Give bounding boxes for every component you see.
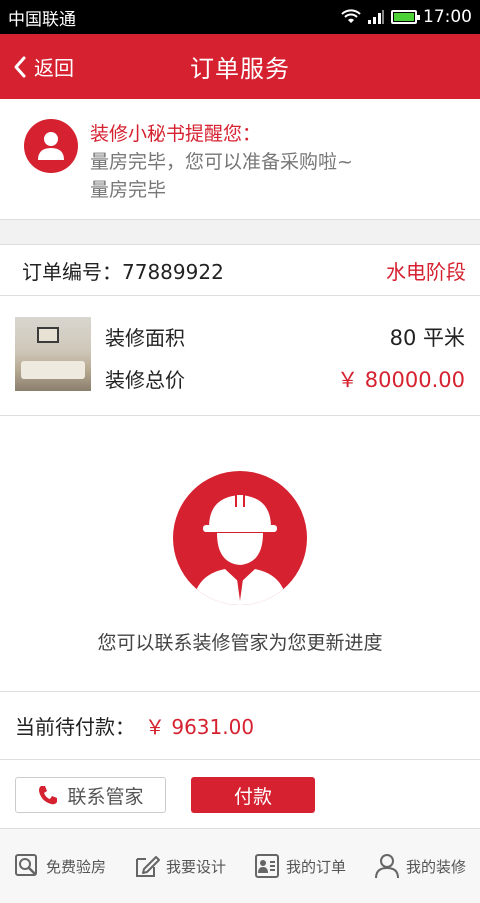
tab-free-inspection[interactable]: 免费验房 — [0, 829, 120, 903]
progress-section: 您可以联系装修管家为您更新进度 — [0, 416, 480, 692]
action-bar: 联系管家 付款 — [0, 760, 480, 828]
carrier-name: 中国联通 — [8, 9, 76, 30]
tab-label: 免费验房 — [45, 857, 106, 876]
user-icon — [38, 132, 64, 160]
tab-label: 我要设计 — [165, 857, 226, 876]
house-thumbnail — [15, 317, 91, 391]
back-label: 返回 — [34, 56, 74, 80]
area-label: 装修面积 — [105, 326, 185, 350]
reminder-line-1: 量房完毕，您可以准备采购啦~ — [90, 151, 353, 173]
tab-label: 我的装修 — [405, 857, 466, 876]
avatar — [24, 119, 78, 173]
person-icon — [374, 854, 399, 879]
total-price-value: ￥ 80000.00 — [337, 368, 465, 392]
edit-icon — [135, 856, 160, 877]
order-icon — [254, 854, 279, 878]
pending-payment: 当前待付款： ￥ 9631.00 — [0, 692, 480, 760]
contact-manager-label: 联系管家 — [67, 785, 144, 808]
tab-design[interactable]: 我要设计 — [120, 829, 240, 903]
pending-amount: ￥ 9631.00 — [145, 715, 255, 739]
area-value: 80 平米 — [389, 326, 465, 350]
progress-message: 您可以联系装修管家为您更新进度 — [97, 632, 383, 654]
nav-bar: 返回 订单服务 — [0, 34, 480, 99]
chevron-left-icon — [14, 56, 26, 77]
phone-icon — [39, 786, 58, 805]
bottom-tab-bar: 免费验房 我要设计 我的订单 我的装修 — [0, 828, 480, 903]
tab-my-orders[interactable]: 我的订单 — [240, 829, 360, 903]
house-info: 装修面积 80 平米 装修总价 ￥ 80000.00 — [0, 296, 480, 416]
signal-icon — [368, 10, 384, 24]
back-button[interactable]: 返回 — [12, 34, 74, 99]
total-price-label: 装修总价 — [105, 368, 185, 392]
reminder-title: 装修小秘书提醒您： — [90, 123, 262, 145]
contact-manager-button[interactable]: 联系管家 — [15, 777, 166, 813]
pay-button[interactable]: 付款 — [191, 777, 315, 813]
search-icon — [14, 854, 37, 876]
status-icons: 17:00 — [341, 7, 472, 27]
reminder-card: 装修小秘书提醒您： 量房完毕，您可以准备采购啦~ 量房完毕 — [0, 99, 480, 220]
order-info-bar: 订单编号：77889922 水电阶段 — [0, 244, 480, 296]
wifi-icon — [341, 9, 361, 23]
pending-label: 当前待付款： — [15, 715, 135, 739]
worker-icon — [173, 471, 307, 605]
reminder-line-2: 量房完毕 — [90, 179, 167, 201]
tab-my-renovation[interactable]: 我的装修 — [360, 829, 480, 903]
clock: 17:00 — [423, 7, 472, 27]
battery-icon — [391, 10, 420, 24]
status-bar: 中国联通 17:00 — [0, 0, 480, 34]
tab-label: 我的订单 — [285, 857, 346, 876]
order-stage: 水电阶段 — [386, 259, 466, 284]
order-number: 订单编号：77889922 — [22, 259, 224, 284]
